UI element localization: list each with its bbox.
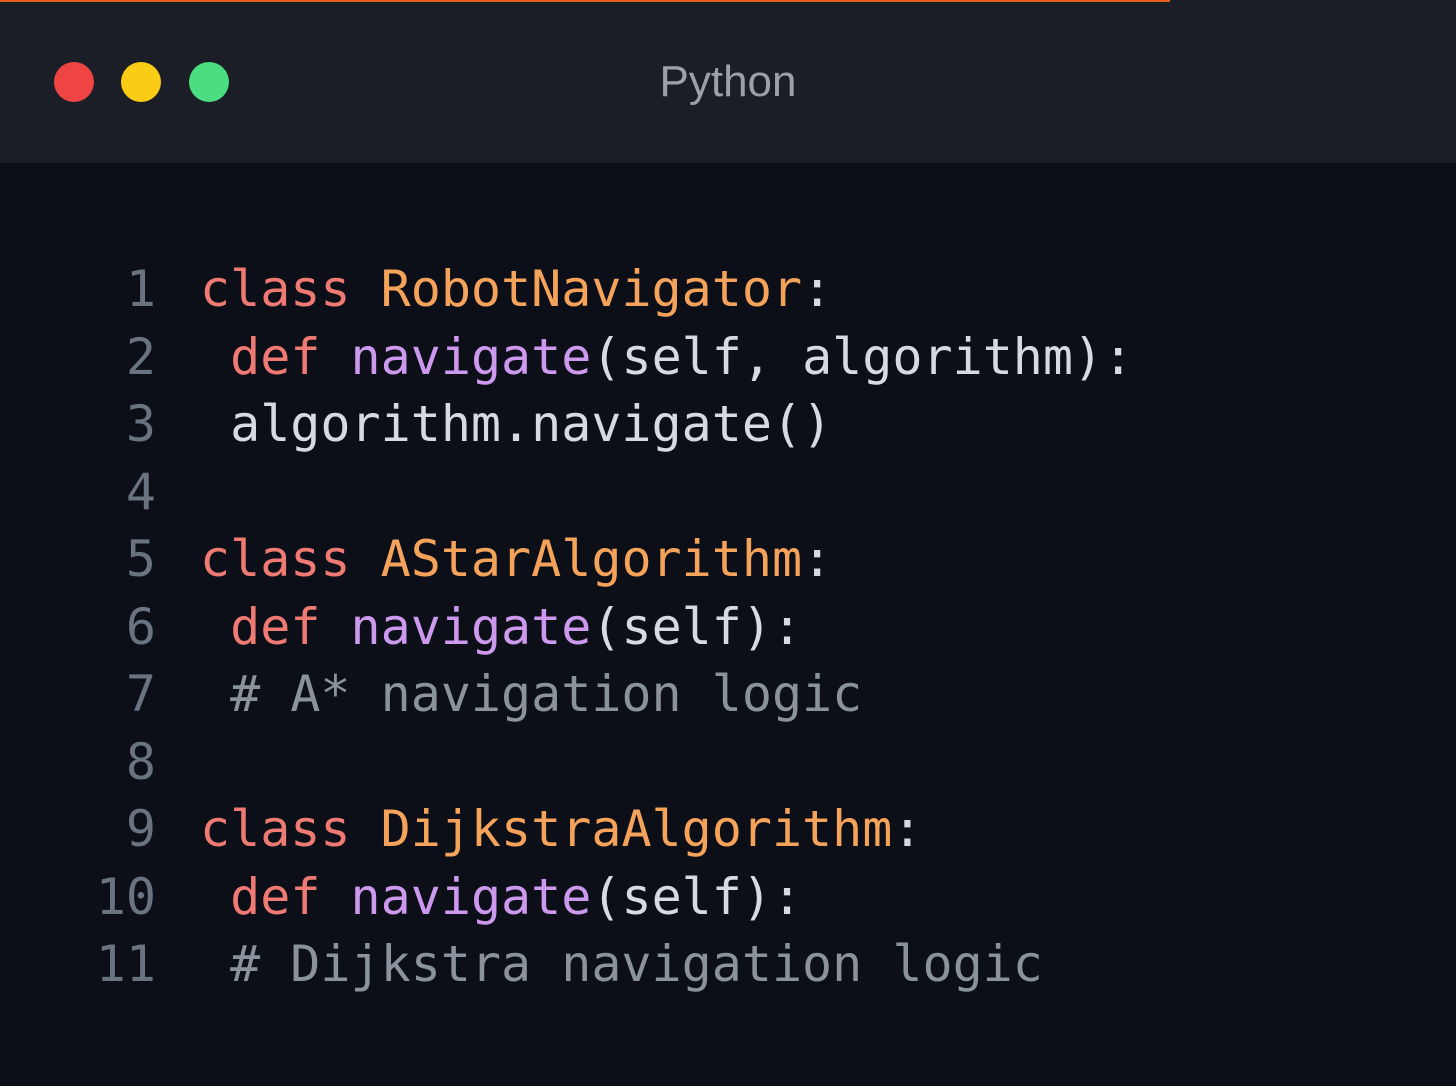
- code-line: 7 # A* navigation logic: [0, 661, 1456, 729]
- line-code: # Dijkstra navigation logic: [200, 931, 1043, 999]
- code-token-plain: (self, algorithm):: [591, 327, 1134, 386]
- code-line: 11 # Dijkstra navigation logic: [0, 931, 1456, 999]
- line-number: 3: [125, 395, 156, 453]
- code-line: 10 def navigate(self):: [0, 864, 1456, 932]
- code-token-classname: DijkstraAlgorithm: [380, 800, 893, 858]
- code-window: Python 1 class RobotNavigator: 2 def navig…: [0, 0, 1456, 1086]
- code-editor: 1 class RobotNavigator: 2 def navigate(sel…: [0, 256, 1456, 999]
- code-token-keyword: def: [230, 327, 321, 386]
- code-token-keyword: def: [230, 597, 321, 656]
- line-number: 8: [125, 732, 156, 791]
- code-line: 4: [0, 459, 1456, 527]
- window-titlebar: Python: [0, 0, 1456, 163]
- line-number: 7: [125, 665, 156, 723]
- code-token-keyword: def: [230, 867, 321, 926]
- code-line: 2 def navigate(self, algorithm):: [0, 324, 1456, 392]
- line-number: 2: [125, 327, 156, 386]
- window-accent-line: [0, 0, 1170, 2]
- line-number: 6: [125, 597, 156, 656]
- code-token-plain: :: [802, 260, 833, 318]
- code-token-function: navigate: [350, 327, 592, 386]
- line-code: class AStarAlgorithm:: [200, 526, 832, 594]
- line-number: 11: [95, 935, 156, 993]
- code-line: 1 class RobotNavigator:: [0, 256, 1456, 324]
- code-token-plain: :: [802, 530, 833, 588]
- code-token-plain: (self):: [591, 597, 803, 656]
- code-line: 8: [0, 729, 1456, 797]
- line-number: 4: [125, 462, 156, 521]
- line-code: def navigate(self, algorithm):: [200, 324, 1133, 392]
- window-title: Python: [659, 57, 797, 106]
- code-token-comment: # A* navigation logic: [200, 665, 863, 723]
- line-number: 1: [125, 260, 156, 318]
- code-token-keyword: class: [200, 530, 351, 588]
- code-line: 9 class DijkstraAlgorithm:: [0, 796, 1456, 864]
- line-number: 9: [125, 800, 156, 858]
- line-code: def navigate(self):: [200, 594, 802, 662]
- code-token-comment: # Dijkstra navigation logic: [200, 935, 1043, 993]
- code-token-plain: (self):: [591, 867, 803, 926]
- code-token-function: navigate: [350, 867, 592, 926]
- code-token-plain: algorithm.navigate(): [200, 395, 833, 453]
- line-code: class RobotNavigator:: [200, 256, 832, 324]
- code-token-classname: AStarAlgorithm: [380, 530, 803, 588]
- line-code: class DijkstraAlgorithm:: [200, 796, 922, 864]
- line-code: algorithm.navigate(): [200, 391, 832, 459]
- code-token-plain: :: [892, 800, 923, 858]
- line-number: 5: [125, 530, 156, 588]
- code-token-keyword: class: [200, 260, 351, 318]
- code-token-function: navigate: [350, 597, 592, 656]
- line-number: 10: [95, 867, 156, 926]
- code-token-keyword: class: [200, 800, 351, 858]
- code-line: 5 class AStarAlgorithm:: [0, 526, 1456, 594]
- code-line: 6 def navigate(self):: [0, 594, 1456, 662]
- code-line: 3 algorithm.navigate(): [0, 391, 1456, 459]
- line-code: def navigate(self):: [200, 864, 802, 932]
- code-token-classname: RobotNavigator: [380, 260, 803, 318]
- line-code: # A* navigation logic: [200, 661, 862, 729]
